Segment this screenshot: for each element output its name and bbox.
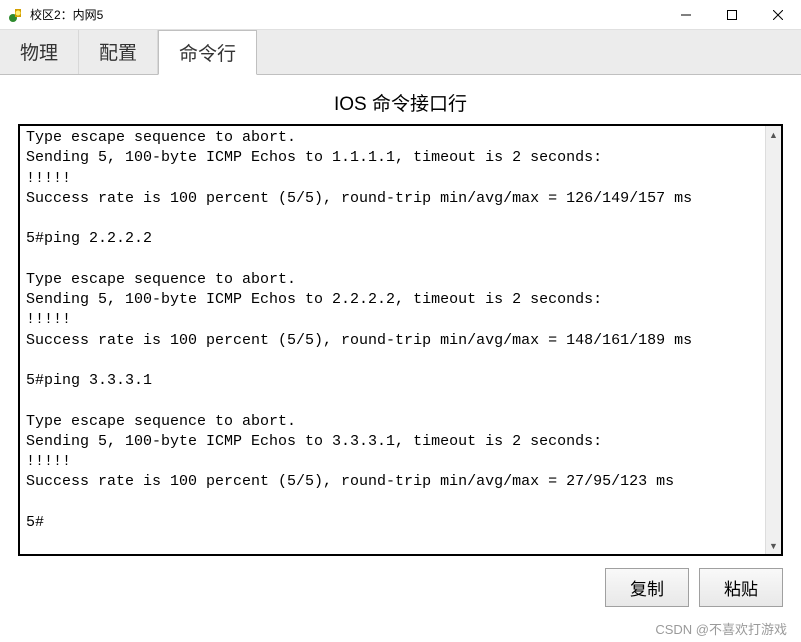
scroll-down-icon[interactable]: ▼ — [766, 537, 781, 554]
tab-physical[interactable]: 物理 — [0, 30, 79, 74]
copy-button[interactable]: 复制 — [605, 568, 689, 607]
tab-config[interactable]: 配置 — [79, 30, 158, 74]
terminal-container: Type escape sequence to abort. Sending 5… — [18, 124, 783, 556]
terminal-output[interactable]: Type escape sequence to abort. Sending 5… — [18, 124, 783, 556]
terminal-scrollbar[interactable]: ▲ ▼ — [765, 126, 781, 554]
tab-bar: 物理 配置 命令行 — [0, 30, 801, 75]
watermark: CSDN @不喜欢打游戏 — [655, 619, 787, 638]
content-area: IOS 命令接口行 Type escape sequence to abort.… — [0, 75, 801, 621]
panel-title: IOS 命令接口行 — [18, 89, 783, 116]
scroll-up-icon[interactable]: ▲ — [766, 126, 781, 143]
close-button[interactable] — [755, 0, 801, 29]
app-icon — [8, 7, 24, 23]
paste-button[interactable]: 粘贴 — [699, 568, 783, 607]
tab-cli[interactable]: 命令行 — [158, 30, 257, 75]
titlebar: 校区2：内网5 — [0, 0, 801, 30]
window-title: 校区2：内网5 — [30, 6, 663, 23]
minimize-button[interactable] — [663, 0, 709, 29]
window-controls — [663, 0, 801, 29]
maximize-button[interactable] — [709, 0, 755, 29]
button-row: 复制 粘贴 — [18, 568, 783, 607]
